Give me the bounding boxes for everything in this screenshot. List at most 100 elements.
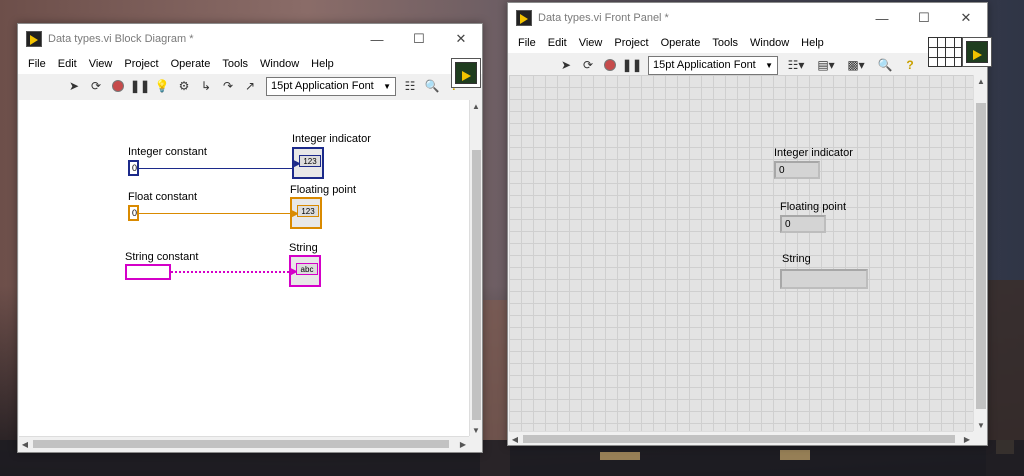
menu-help[interactable]: Help (305, 58, 340, 70)
scroll-left-icon[interactable]: ◀ (509, 433, 521, 445)
string-indicator-label: String (782, 253, 811, 265)
integer-indicator[interactable]: 0 (774, 161, 820, 179)
string-constant-label: String constant (125, 251, 199, 263)
search-icon[interactable]: 🔍 (422, 76, 442, 96)
block-diagram-canvas[interactable]: Integer constant 0 Integer indicator ▶ 1… (19, 100, 469, 436)
run-continuously-icon[interactable]: ⟳ (578, 55, 598, 75)
menu-view[interactable]: View (573, 37, 609, 49)
labview-vi-icon (26, 31, 42, 47)
float-constant-label: Float constant (128, 191, 198, 203)
vi-icon-pane[interactable] (451, 58, 481, 88)
horizontal-scroll-thumb[interactable] (523, 435, 955, 443)
font-select[interactable]: 15pt Application Font ▼ (266, 76, 396, 96)
menu-view[interactable]: View (83, 58, 119, 70)
run-arrow-icon[interactable]: ➤ (556, 55, 576, 75)
integer-wire[interactable] (139, 168, 294, 169)
vertical-scrollbar[interactable]: ▲ ▼ (469, 100, 482, 436)
retain-wire-values-icon[interactable]: ⚙ (174, 76, 194, 96)
menu-tools[interactable]: Tools (706, 37, 744, 49)
step-out-icon[interactable]: ↗ (240, 76, 260, 96)
menu-window[interactable]: Window (254, 58, 305, 70)
block-diagram-titlebar[interactable]: Data types.vi Block Diagram * — ☐ ✕ (18, 24, 482, 54)
menu-file[interactable]: File (512, 37, 542, 49)
menu-edit[interactable]: Edit (542, 37, 573, 49)
menu-window[interactable]: Window (744, 37, 795, 49)
connector-pane-icon[interactable] (928, 37, 962, 67)
menu-operate[interactable]: Operate (165, 58, 217, 70)
align-objects-icon[interactable]: ☷▾ (782, 55, 810, 75)
scroll-up-icon[interactable]: ▲ (975, 75, 987, 87)
step-into-icon[interactable]: ↳ (196, 76, 216, 96)
abort-icon[interactable] (600, 55, 620, 75)
help-icon[interactable]: ? (900, 55, 920, 75)
run-arrow-icon[interactable]: ➤ (64, 76, 84, 96)
menu-help[interactable]: Help (795, 37, 830, 49)
window-title: Data types.vi Block Diagram * (48, 33, 194, 45)
scroll-right-icon[interactable]: ▶ (961, 433, 973, 445)
string-indicator-label: String (289, 242, 318, 254)
vertical-scrollbar[interactable]: ▲ ▼ (973, 75, 987, 431)
pause-icon[interactable]: ❚❚ (622, 55, 642, 75)
float-wire[interactable] (139, 213, 294, 214)
front-panel-titlebar[interactable]: Data types.vi Front Panel * — ☐ ✕ (508, 3, 987, 33)
minimize-button[interactable]: — (861, 3, 903, 33)
minimize-button[interactable]: — (356, 24, 398, 54)
distribute-objects-icon[interactable]: ▤▾ (812, 55, 840, 75)
string-wire[interactable] (171, 271, 293, 273)
close-button[interactable]: ✕ (440, 24, 482, 54)
scroll-left-icon[interactable]: ◀ (19, 438, 31, 450)
menu-project[interactable]: Project (608, 37, 654, 49)
integer-indicator-label: Integer indicator (774, 147, 853, 159)
menu-bar: File Edit View Project Operate Tools Win… (508, 33, 987, 53)
floating-point-label: Floating point (290, 184, 357, 196)
font-select-value: 15pt Application Font (653, 59, 756, 71)
horizontal-scrollbar[interactable]: ◀ ▶ (509, 431, 973, 445)
highlight-execution-icon[interactable]: 💡 (152, 76, 172, 96)
menu-project[interactable]: Project (118, 58, 164, 70)
scroll-down-icon[interactable]: ▼ (975, 419, 987, 431)
string-constant[interactable] (125, 264, 171, 280)
scroll-up-icon[interactable]: ▲ (470, 100, 482, 112)
search-icon[interactable]: 🔍 (872, 55, 898, 75)
integer-constant[interactable]: 0 (128, 160, 139, 176)
step-over-icon[interactable]: ↷ (218, 76, 238, 96)
integer-constant-label: Integer constant (128, 146, 207, 158)
integer-indicator-terminal[interactable]: ▶ 123 (292, 147, 324, 179)
front-panel-window: Data types.vi Front Panel * — ☐ ✕ File E… (507, 2, 992, 446)
vi-icon-pane[interactable] (962, 37, 992, 67)
maximize-button[interactable]: ☐ (398, 24, 440, 54)
pause-icon[interactable]: ❚❚ (130, 76, 150, 96)
floating-point-indicator[interactable]: 0 (780, 215, 826, 233)
scroll-down-icon[interactable]: ▼ (470, 424, 482, 436)
run-continuously-icon[interactable]: ⟳ (86, 76, 106, 96)
front-panel-canvas[interactable]: Integer indicator 0 Floating point 0 Str… (509, 75, 973, 431)
resize-objects-icon[interactable]: ▩▾ (842, 55, 870, 75)
integer-indicator-label: Integer indicator (292, 133, 371, 145)
font-select[interactable]: 15pt Application Font ▼ (648, 55, 778, 75)
menu-edit[interactable]: Edit (52, 58, 83, 70)
align-objects-icon[interactable]: ☷ (400, 76, 420, 96)
font-select-value: 15pt Application Font (271, 80, 374, 92)
string-indicator-terminal[interactable]: ▶ abc (289, 255, 321, 287)
window-title: Data types.vi Front Panel * (538, 12, 669, 24)
vertical-scroll-thumb[interactable] (976, 103, 986, 409)
string-indicator-glyph: abc (296, 263, 318, 275)
menu-operate[interactable]: Operate (655, 37, 707, 49)
floating-point-terminal[interactable]: ▶ 123 (290, 197, 322, 229)
scroll-right-icon[interactable]: ▶ (457, 438, 469, 450)
integer-indicator-glyph: 123 (299, 155, 321, 167)
close-button[interactable]: ✕ (945, 3, 987, 33)
abort-icon[interactable] (108, 76, 128, 96)
horizontal-scrollbar[interactable]: ◀ ▶ (19, 436, 469, 450)
maximize-button[interactable]: ☐ (903, 3, 945, 33)
horizontal-scroll-thumb[interactable] (33, 440, 449, 448)
menu-file[interactable]: File (22, 58, 52, 70)
chevron-down-icon: ▼ (765, 60, 773, 70)
string-indicator[interactable] (780, 269, 868, 289)
toolbar: ➤ ⟳ ❚❚ 💡 ⚙ ↳ ↷ ↗ 15pt Application Font ▼… (18, 74, 482, 98)
float-constant[interactable]: 0 (128, 205, 139, 221)
toolbar: ➤ ⟳ ❚❚ 15pt Application Font ▼ ☷▾ ▤▾ ▩▾ … (508, 53, 987, 77)
vertical-scroll-thumb[interactable] (472, 150, 481, 420)
floating-point-label: Floating point (780, 201, 847, 213)
menu-tools[interactable]: Tools (216, 58, 254, 70)
